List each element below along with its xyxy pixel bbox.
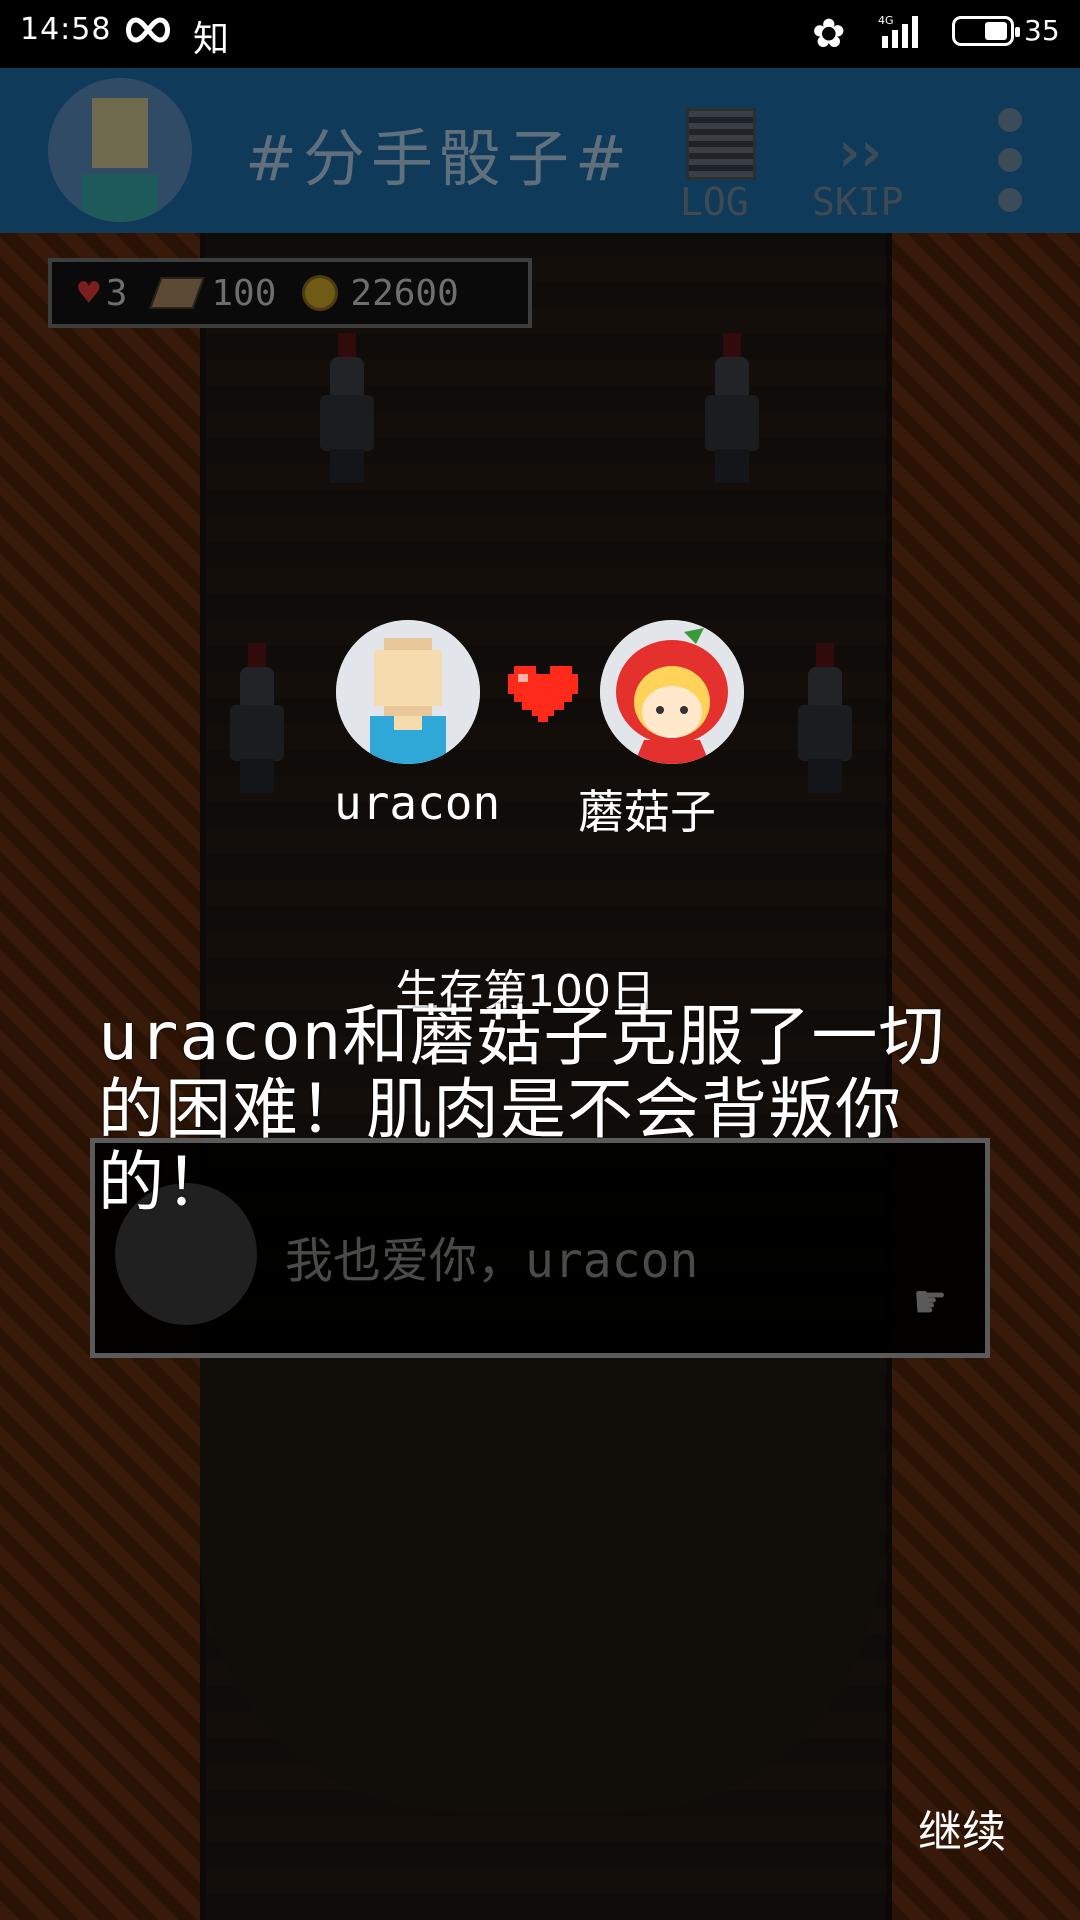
heart-icon [508,666,578,722]
skip-button[interactable]: ›› SKIP [812,120,922,224]
player-avatar-large [336,620,480,764]
partner-avatar-large [600,620,744,764]
lives-count: 3 [105,272,128,314]
status-bar: 14:58 知 ✿ 4G 35 [0,0,1080,68]
partner-name: 蘑菇子 [578,785,716,839]
book-icon [149,277,206,309]
story-message: uracon和蘑菇子克服了一切的困难！肌肉是不会背叛你的！ [98,998,946,1221]
skip-label: SKIP [812,180,904,224]
heart-icon: ♥ [78,272,100,314]
log-button[interactable]: LOG [680,108,762,224]
flower-icon: ✿ [812,11,846,57]
battery-icon [952,16,1020,46]
log-icon [686,108,756,180]
log-label: LOG [680,180,749,224]
coin-icon [302,275,339,311]
dialog-text: 我也爱你，uracon [285,1233,699,1289]
clock: 14:58 [20,12,112,47]
battery-level: 35 [1024,14,1060,47]
player-name: uracon [334,776,501,830]
menu-dot [998,148,1022,172]
infinity-icon [122,14,174,50]
resource-bar: ♥ 3 100 22600 [48,258,532,328]
menu-dot [998,108,1022,132]
continue-button[interactable]: 继续 [918,1796,1006,1860]
menu-dot [998,188,1022,212]
book-count: 100 [211,272,277,314]
coin-count: 22600 [350,272,459,314]
signal-icon: 4G [878,14,928,54]
game-title: #分手骰子# [245,122,633,195]
player-avatar[interactable] [48,78,192,222]
game-header: #分手骰子# LOG ›› SKIP [0,68,1080,233]
pointer-hand-icon: ☛ [915,1273,946,1331]
more-menu-button[interactable] [992,108,1028,218]
zhihu-app-icon: 知 [193,19,230,60]
svg-text:4G: 4G [878,14,894,27]
fast-forward-icon: ›› [832,120,888,185]
